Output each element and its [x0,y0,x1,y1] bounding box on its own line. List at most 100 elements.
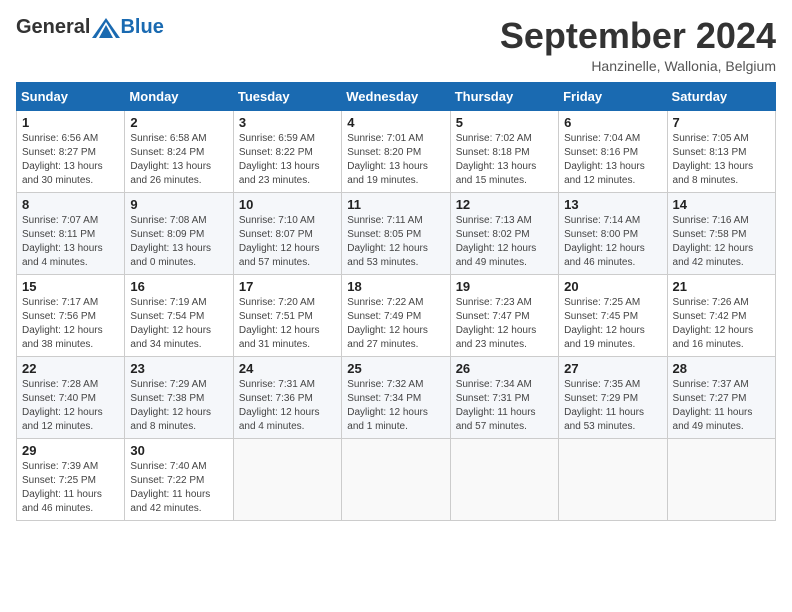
day-number: 30 [130,443,227,458]
day-info: Sunrise: 7:20 AMSunset: 7:51 PMDaylight:… [239,297,320,350]
calendar-day-cell: 21 Sunrise: 7:26 AMSunset: 7:42 PMDaylig… [667,274,775,356]
calendar-day-cell: 6 Sunrise: 7:04 AMSunset: 8:16 PMDayligh… [559,110,667,192]
day-number: 26 [456,361,553,376]
calendar-day-cell: 28 Sunrise: 7:37 AMSunset: 7:27 PMDaylig… [667,356,775,438]
day-number: 18 [347,279,444,294]
day-number: 15 [22,279,119,294]
day-of-week-header: Sunday [17,82,125,110]
day-number: 3 [239,115,336,130]
day-number: 10 [239,197,336,212]
day-info: Sunrise: 7:29 AMSunset: 7:38 PMDaylight:… [130,379,211,432]
day-number: 13 [564,197,661,212]
calendar-day-cell: 20 Sunrise: 7:25 AMSunset: 7:45 PMDaylig… [559,274,667,356]
calendar-day-cell [233,438,341,520]
calendar-day-cell: 29 Sunrise: 7:39 AMSunset: 7:25 PMDaylig… [17,438,125,520]
day-number: 9 [130,197,227,212]
day-info: Sunrise: 7:26 AMSunset: 7:42 PMDaylight:… [673,297,754,350]
day-number: 7 [673,115,770,130]
day-number: 19 [456,279,553,294]
day-of-week-header: Saturday [667,82,775,110]
logo-general-text: General [16,16,90,39]
day-number: 17 [239,279,336,294]
day-number: 29 [22,443,119,458]
day-info: Sunrise: 7:16 AMSunset: 7:58 PMDaylight:… [673,215,754,268]
day-of-week-header: Wednesday [342,82,450,110]
calendar-week-row: 1 Sunrise: 6:56 AMSunset: 8:27 PMDayligh… [17,110,776,192]
calendar-day-cell: 19 Sunrise: 7:23 AMSunset: 7:47 PMDaylig… [450,274,558,356]
calendar-body: 1 Sunrise: 6:56 AMSunset: 8:27 PMDayligh… [17,110,776,520]
day-number: 28 [673,361,770,376]
day-of-week-header: Thursday [450,82,558,110]
calendar-day-cell: 18 Sunrise: 7:22 AMSunset: 7:49 PMDaylig… [342,274,450,356]
calendar-day-cell: 9 Sunrise: 7:08 AMSunset: 8:09 PMDayligh… [125,192,233,274]
calendar-day-cell: 4 Sunrise: 7:01 AMSunset: 8:20 PMDayligh… [342,110,450,192]
location-subtitle: Hanzinelle, Wallonia, Belgium [500,58,776,74]
day-info: Sunrise: 6:58 AMSunset: 8:24 PMDaylight:… [130,133,211,186]
calendar-table: SundayMondayTuesdayWednesdayThursdayFrid… [16,82,776,521]
logo-icon [92,18,120,38]
day-number: 14 [673,197,770,212]
calendar-day-cell: 1 Sunrise: 6:56 AMSunset: 8:27 PMDayligh… [17,110,125,192]
day-number: 24 [239,361,336,376]
day-info: Sunrise: 7:13 AMSunset: 8:02 PMDaylight:… [456,215,537,268]
day-info: Sunrise: 7:05 AMSunset: 8:13 PMDaylight:… [673,133,754,186]
day-info: Sunrise: 7:02 AMSunset: 8:18 PMDaylight:… [456,133,537,186]
page-header: General Blue September 2024 Hanzinelle, … [16,16,776,74]
calendar-week-row: 8 Sunrise: 7:07 AMSunset: 8:11 PMDayligh… [17,192,776,274]
day-info: Sunrise: 6:59 AMSunset: 8:22 PMDaylight:… [239,133,320,186]
calendar-day-cell: 22 Sunrise: 7:28 AMSunset: 7:40 PMDaylig… [17,356,125,438]
calendar-day-cell: 11 Sunrise: 7:11 AMSunset: 8:05 PMDaylig… [342,192,450,274]
day-number: 23 [130,361,227,376]
calendar-day-cell: 14 Sunrise: 7:16 AMSunset: 7:58 PMDaylig… [667,192,775,274]
day-info: Sunrise: 7:22 AMSunset: 7:49 PMDaylight:… [347,297,428,350]
day-number: 4 [347,115,444,130]
day-number: 8 [22,197,119,212]
calendar-day-cell: 30 Sunrise: 7:40 AMSunset: 7:22 PMDaylig… [125,438,233,520]
day-info: Sunrise: 7:32 AMSunset: 7:34 PMDaylight:… [347,379,428,432]
day-info: Sunrise: 7:40 AMSunset: 7:22 PMDaylight:… [130,461,210,514]
calendar-day-cell [342,438,450,520]
calendar-day-cell [559,438,667,520]
title-block: September 2024 Hanzinelle, Wallonia, Bel… [500,16,776,74]
calendar-day-cell: 24 Sunrise: 7:31 AMSunset: 7:36 PMDaylig… [233,356,341,438]
calendar-day-cell [450,438,558,520]
logo-blue-text: Blue [120,16,163,39]
day-info: Sunrise: 7:08 AMSunset: 8:09 PMDaylight:… [130,215,211,268]
day-info: Sunrise: 7:23 AMSunset: 7:47 PMDaylight:… [456,297,537,350]
day-info: Sunrise: 7:01 AMSunset: 8:20 PMDaylight:… [347,133,428,186]
calendar-week-row: 15 Sunrise: 7:17 AMSunset: 7:56 PMDaylig… [17,274,776,356]
day-info: Sunrise: 7:19 AMSunset: 7:54 PMDaylight:… [130,297,211,350]
day-number: 25 [347,361,444,376]
day-info: Sunrise: 7:34 AMSunset: 7:31 PMDaylight:… [456,379,536,432]
day-number: 2 [130,115,227,130]
day-number: 12 [456,197,553,212]
day-number: 6 [564,115,661,130]
day-number: 22 [22,361,119,376]
calendar-week-row: 29 Sunrise: 7:39 AMSunset: 7:25 PMDaylig… [17,438,776,520]
day-info: Sunrise: 7:17 AMSunset: 7:56 PMDaylight:… [22,297,103,350]
calendar-day-cell: 12 Sunrise: 7:13 AMSunset: 8:02 PMDaylig… [450,192,558,274]
calendar-day-cell: 10 Sunrise: 7:10 AMSunset: 8:07 PMDaylig… [233,192,341,274]
day-info: Sunrise: 7:04 AMSunset: 8:16 PMDaylight:… [564,133,645,186]
day-info: Sunrise: 7:31 AMSunset: 7:36 PMDaylight:… [239,379,320,432]
day-info: Sunrise: 7:28 AMSunset: 7:40 PMDaylight:… [22,379,103,432]
day-info: Sunrise: 6:56 AMSunset: 8:27 PMDaylight:… [22,133,103,186]
day-of-week-header: Friday [559,82,667,110]
calendar-day-cell: 7 Sunrise: 7:05 AMSunset: 8:13 PMDayligh… [667,110,775,192]
calendar-day-cell: 25 Sunrise: 7:32 AMSunset: 7:34 PMDaylig… [342,356,450,438]
month-title: September 2024 [500,16,776,56]
calendar-day-cell [667,438,775,520]
day-number: 16 [130,279,227,294]
day-info: Sunrise: 7:10 AMSunset: 8:07 PMDaylight:… [239,215,320,268]
day-info: Sunrise: 7:35 AMSunset: 7:29 PMDaylight:… [564,379,644,432]
calendar-day-cell: 15 Sunrise: 7:17 AMSunset: 7:56 PMDaylig… [17,274,125,356]
calendar-day-cell: 5 Sunrise: 7:02 AMSunset: 8:18 PMDayligh… [450,110,558,192]
day-info: Sunrise: 7:14 AMSunset: 8:00 PMDaylight:… [564,215,645,268]
logo: General Blue [16,16,164,39]
calendar-week-row: 22 Sunrise: 7:28 AMSunset: 7:40 PMDaylig… [17,356,776,438]
day-info: Sunrise: 7:11 AMSunset: 8:05 PMDaylight:… [347,215,428,268]
calendar-day-cell: 3 Sunrise: 6:59 AMSunset: 8:22 PMDayligh… [233,110,341,192]
day-number: 20 [564,279,661,294]
calendar-day-cell: 26 Sunrise: 7:34 AMSunset: 7:31 PMDaylig… [450,356,558,438]
calendar-day-cell: 16 Sunrise: 7:19 AMSunset: 7:54 PMDaylig… [125,274,233,356]
